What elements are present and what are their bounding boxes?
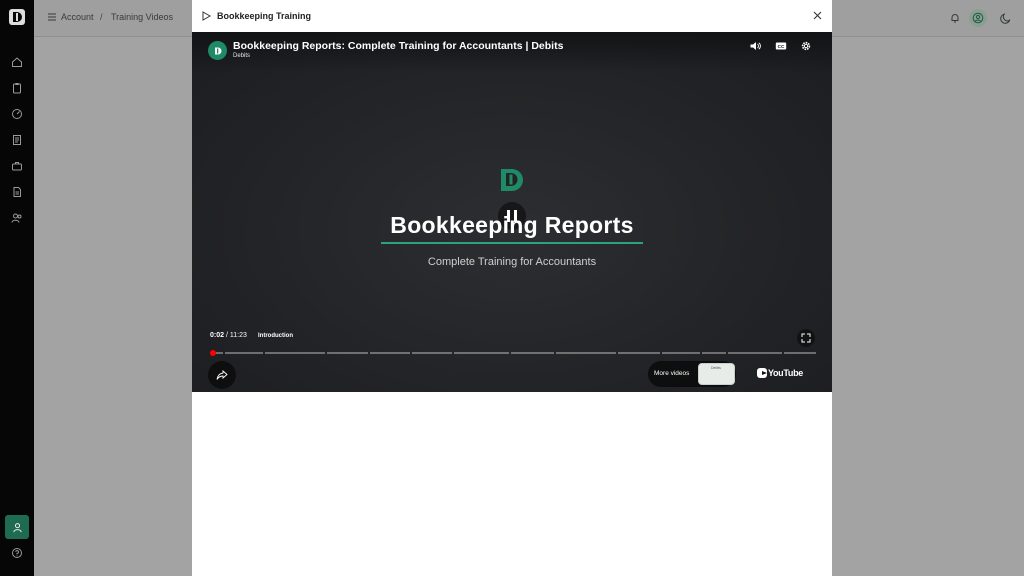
duration: 11:23: [229, 332, 247, 339]
page-overlay[interactable]: [34, 0, 192, 576]
chapter-segment[interactable]: [454, 352, 509, 354]
chapter-segment[interactable]: [556, 352, 616, 354]
youtube-wordmark: YouTube: [767, 368, 803, 378]
chapter-segment[interactable]: [511, 352, 554, 354]
thumbnail-label: Debits: [711, 366, 721, 370]
dashboard-icon[interactable]: [9, 106, 25, 122]
video-title[interactable]: Bookkeeping Reports: Complete Training f…: [233, 40, 563, 52]
clipboard-icon[interactable]: [9, 80, 25, 96]
briefcase-icon[interactable]: [9, 158, 25, 174]
fullscreen-button[interactable]: [797, 329, 815, 347]
top-bar: Account / Training Videos: [34, 0, 192, 37]
report-icon[interactable]: [9, 184, 25, 200]
dark-mode-icon[interactable]: [997, 9, 1015, 27]
bell-icon[interactable]: [946, 9, 964, 27]
more-videos-button[interactable]: More videos Debits: [648, 361, 736, 387]
share-button[interactable]: [208, 361, 236, 389]
video-heading: Bookkeeping Reports: [390, 212, 634, 238]
time-separator: /: [225, 332, 228, 339]
current-time: 0:02: [210, 332, 225, 339]
sidebar: [0, 0, 34, 576]
share-icon: [216, 370, 228, 380]
help-icon[interactable]: [9, 545, 25, 561]
close-icon[interactable]: [812, 10, 823, 21]
fullscreen-icon: [801, 333, 811, 343]
user-icon[interactable]: [5, 515, 29, 539]
video-top-gradient: [192, 32, 832, 72]
more-videos-label: More videos: [654, 370, 690, 377]
scrubber-handle[interactable]: [210, 350, 216, 356]
breadcrumb-training-videos: Training Videos: [111, 12, 174, 22]
chapter-segment[interactable]: [784, 352, 816, 354]
channel-name[interactable]: Debits: [233, 53, 250, 59]
breadcrumb-separator: /: [100, 12, 103, 22]
app-logo[interactable]: [8, 8, 26, 26]
video-player[interactable]: Bookkeeping Reports: Complete Training f…: [192, 32, 832, 392]
page-overlay[interactable]: [832, 0, 1024, 576]
modal-header: Bookkeeping Training: [192, 0, 832, 32]
top-bar-actions: [832, 0, 1024, 37]
chapter-segment[interactable]: [618, 352, 660, 354]
settings-gear-icon[interactable]: [799, 39, 812, 52]
chapter-segment[interactable]: [370, 352, 410, 354]
more-videos-thumbnail[interactable]: Debits: [698, 363, 735, 385]
chapter-segment[interactable]: [412, 352, 452, 354]
captions-icon[interactable]: CC: [774, 39, 787, 52]
youtube-logo[interactable]: YouTube: [757, 367, 803, 379]
users-icon[interactable]: [9, 210, 25, 226]
chapter-segment[interactable]: [702, 352, 726, 354]
time-display: 0:02 / 11:23: [210, 332, 247, 339]
chapter-segment[interactable]: [265, 352, 325, 354]
progress-bar[interactable]: [210, 350, 816, 356]
chapter-label[interactable]: Introduction: [258, 333, 293, 339]
play-icon: [202, 11, 211, 21]
user-avatar[interactable]: [969, 9, 987, 27]
volume-icon[interactable]: [748, 39, 761, 52]
chapter-segment[interactable]: [728, 352, 782, 354]
video-subheading: Complete Training for Accountants: [427, 256, 597, 268]
home-icon[interactable]: [9, 54, 25, 70]
modal-title: Bookkeeping Training: [217, 11, 312, 21]
document-icon[interactable]: [9, 132, 25, 148]
debits-logo: [501, 169, 523, 191]
channel-avatar[interactable]: [208, 41, 227, 60]
chapter-segment[interactable]: [327, 352, 368, 354]
youtube-play-icon: [757, 368, 767, 378]
breadcrumb-account[interactable]: Account: [61, 12, 94, 22]
chapter-segment[interactable]: [225, 352, 263, 354]
heading-underline: [381, 242, 643, 244]
chapter-segment[interactable]: [662, 352, 700, 354]
video-modal: Bookkeeping Training Bookkeeping Reports…: [192, 0, 832, 576]
svg-text:CC: CC: [777, 43, 784, 48]
menu-icon[interactable]: [47, 12, 57, 22]
